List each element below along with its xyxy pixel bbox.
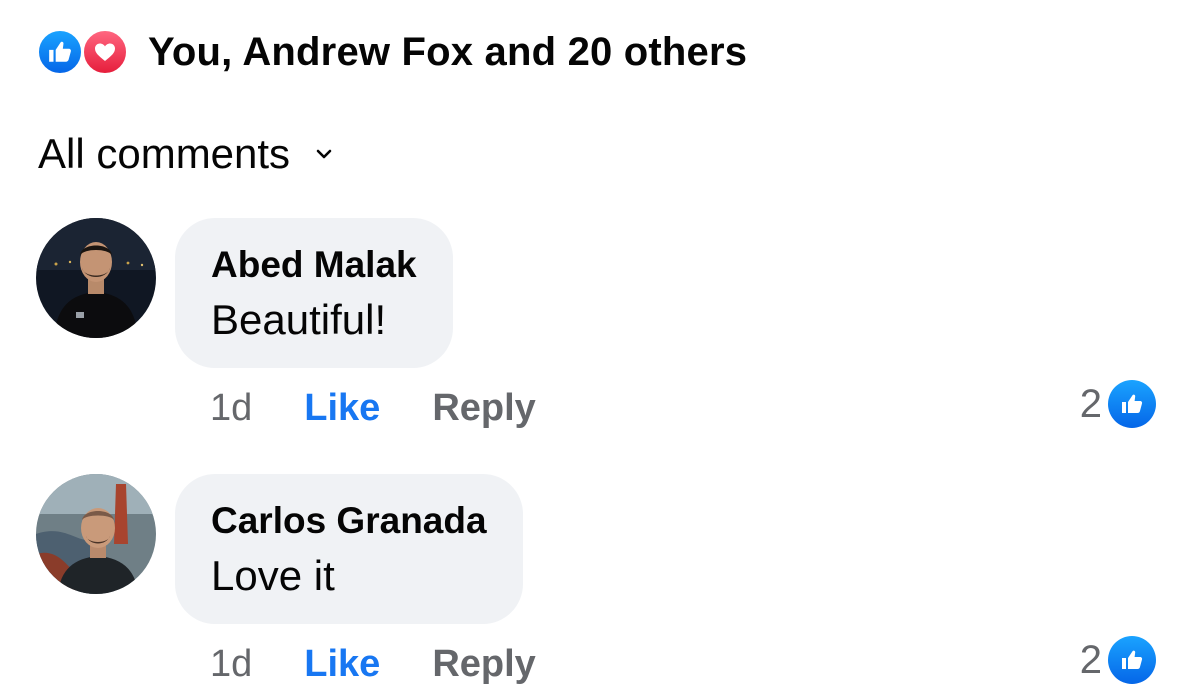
like-icon (1108, 636, 1156, 684)
comment-timestamp[interactable]: 1d (210, 643, 252, 686)
reaction-count-number: 2 (1079, 381, 1102, 426)
comment-actions: 1d Like Reply (210, 640, 536, 688)
comment-author[interactable]: Abed Malak (211, 242, 417, 288)
comment: Abed Malak Beautiful! 1d Like Reply 2 (36, 218, 1156, 438)
comment-actions: 1d Like Reply (210, 384, 536, 432)
comments-filter-dropdown[interactable]: All comments (38, 128, 336, 180)
reply-button[interactable]: Reply (432, 643, 535, 686)
comment: Carlos Granada Love it 1d Like Reply 2 (36, 474, 1156, 695)
like-icon (36, 28, 84, 76)
avatar[interactable] (36, 474, 156, 594)
comment-text: Love it (211, 552, 335, 599)
comment-reaction-count[interactable]: 2 (1080, 636, 1156, 684)
like-icon (1108, 380, 1156, 428)
reaction-count-number: 2 (1079, 637, 1102, 682)
reply-button[interactable]: Reply (432, 387, 535, 430)
love-icon (81, 28, 129, 76)
comment-author[interactable]: Carlos Granada (211, 498, 487, 544)
reactions-summary[interactable]: You, Andrew Fox and 20 others (36, 26, 747, 78)
comment-bubble[interactable]: Abed Malak Beautiful! (175, 218, 453, 368)
comment-bubble[interactable]: Carlos Granada Love it (175, 474, 523, 624)
comment-timestamp[interactable]: 1d (210, 387, 252, 430)
like-button[interactable]: Like (304, 643, 380, 686)
like-button[interactable]: Like (304, 387, 380, 430)
comment-text: Beautiful! (211, 296, 387, 343)
comments-filter-label: All comments (38, 130, 291, 177)
comment-reaction-count[interactable]: 2 (1080, 380, 1156, 428)
reaction-icons (36, 26, 136, 78)
avatar[interactable] (36, 218, 156, 338)
chevron-down-icon (316, 147, 336, 161)
reactions-summary-text[interactable]: You, Andrew Fox and 20 others (148, 30, 747, 75)
